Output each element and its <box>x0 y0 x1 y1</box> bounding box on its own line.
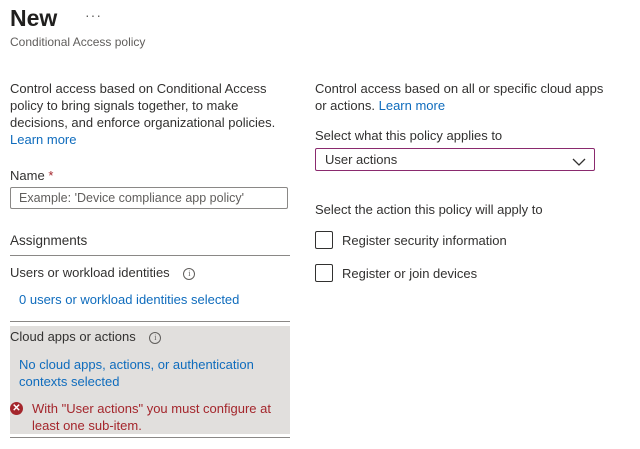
name-label-text: Name <box>10 168 45 183</box>
divider <box>10 321 290 322</box>
info-icon[interactable]: i <box>149 332 162 344</box>
page-subtitle: Conditional Access policy <box>10 35 146 49</box>
applies-to-label: Select what this policy applies to <box>315 128 503 143</box>
users-selection-link[interactable]: 0 users or workload identities selected <box>19 291 239 308</box>
page-title: New <box>10 5 58 31</box>
name-input[interactable] <box>10 187 288 209</box>
info-icon[interactable]: i <box>183 268 196 280</box>
cloud-apps-section-label: Cloud apps or actions i <box>10 329 162 344</box>
chevron-down-icon <box>572 154 586 172</box>
cloud-apps-selection-link[interactable]: No cloud apps, actions, or authenticatio… <box>19 356 269 390</box>
cloud-apps-error-message: With "User actions" you must configure a… <box>32 401 271 433</box>
users-label-text: Users or workload identities <box>10 265 170 280</box>
register-security-info-checkbox[interactable] <box>315 231 333 249</box>
right-description-text: Control access based on all or specific … <box>315 81 604 113</box>
more-options-button[interactable]: ··· <box>85 7 102 23</box>
register-join-devices-checkbox[interactable] <box>315 264 333 282</box>
register-join-devices-label: Register or join devices <box>342 266 478 281</box>
divider <box>10 437 290 438</box>
divider <box>10 255 290 256</box>
action-label: Select the action this policy will apply… <box>315 202 543 217</box>
required-marker: * <box>48 168 54 183</box>
left-description: Control access based on Conditional Acce… <box>10 80 280 148</box>
assignments-heading: Assignments <box>10 233 88 248</box>
left-learn-more-link[interactable]: Learn more <box>10 132 76 147</box>
right-learn-more-link[interactable]: Learn more <box>379 98 445 113</box>
applies-to-selected-value: User actions <box>325 152 398 167</box>
name-label: Name * <box>10 168 53 183</box>
cloud-apps-label-text: Cloud apps or actions <box>10 329 136 344</box>
applies-to-dropdown[interactable]: User actions <box>315 148 595 171</box>
users-section-label: Users or workload identities i <box>10 265 196 280</box>
register-security-info-label: Register security information <box>342 233 507 248</box>
right-description: Control access based on all or specific … <box>315 80 615 114</box>
left-description-text: Control access based on Conditional Acce… <box>10 81 276 130</box>
error-circle-icon: ✕ <box>10 402 23 415</box>
